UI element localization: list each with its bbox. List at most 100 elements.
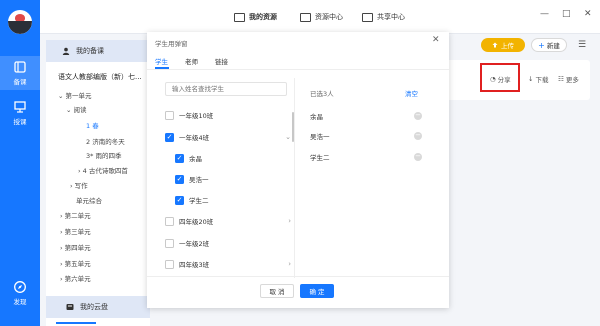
rail-item-teach[interactable]: 授课 <box>0 96 40 130</box>
tree-node-label: 第一单元 <box>65 92 92 100</box>
top-bar: 我的资源 资源中心 共享中心 — □ ✕ <box>40 0 600 34</box>
class-row[interactable]: ✓ 一年级4班 ⌄ <box>165 130 291 144</box>
rail-label: 授课 <box>13 118 27 126</box>
class-row[interactable]: 四年级20班 › <box>165 214 291 228</box>
chevron-right-icon[interactable]: › <box>288 217 291 225</box>
modal-close-icon[interactable]: ✕ <box>432 35 440 45</box>
confirm-button[interactable]: 确 定 <box>300 284 334 298</box>
tree-node-label: 4 古代诗歌四首 <box>82 167 128 175</box>
checkbox[interactable] <box>165 238 174 248</box>
tree-node[interactable]: 3* 雨的四季 <box>86 150 121 160</box>
tab-my-resources[interactable]: 我的资源 <box>234 8 277 34</box>
tree-node-selected[interactable]: 1 春 <box>86 120 99 130</box>
upload-button[interactable]: 上传 <box>481 38 525 52</box>
checkbox[interactable] <box>165 216 174 226</box>
selected-label: 学生二 <box>310 154 330 162</box>
avatar[interactable] <box>8 10 32 34</box>
tree-node[interactable]: › 第四单元 <box>60 242 91 252</box>
checkbox[interactable] <box>165 259 174 269</box>
divider <box>147 69 449 70</box>
book-title[interactable]: 语文人教部编版（新）七... <box>46 62 150 86</box>
student-row[interactable]: ✓ 吴浩一 <box>175 172 301 186</box>
tree-node-label: 第六单元 <box>64 275 91 283</box>
tree-node[interactable]: 单元综合 <box>76 195 102 205</box>
tree-node[interactable]: ⌄ 第一单元 <box>58 90 92 100</box>
checkbox-checked[interactable]: ✓ <box>165 132 174 142</box>
class-row[interactable]: 四年级3班 › <box>165 257 291 271</box>
student-label: 吴浩一 <box>189 176 209 184</box>
tab-label: 共享中心 <box>377 13 405 21</box>
tree-node[interactable]: › 第五单元 <box>60 258 91 268</box>
menu-icon[interactable]: ☰ <box>578 40 586 50</box>
selected-item: 吴浩一 − <box>310 130 422 142</box>
upload-icon <box>492 42 498 48</box>
checkbox-checked[interactable]: ✓ <box>175 195 184 205</box>
teach-icon <box>14 101 26 113</box>
tree-node[interactable]: ⌄ 阅读 <box>66 104 87 114</box>
selected-count: 已选3人 <box>310 90 334 98</box>
class-row[interactable]: 一年级10班 <box>165 108 291 122</box>
chevron-down-icon[interactable]: ⌄ <box>285 133 291 141</box>
plus-icon: + <box>538 40 545 50</box>
tree-header-label: 我的备课 <box>76 47 104 55</box>
student-search-input[interactable] <box>165 82 287 96</box>
rail-label: 备课 <box>13 78 27 86</box>
tab-teachers[interactable]: 老师 <box>185 56 198 66</box>
close-button[interactable]: ✕ <box>584 9 592 19</box>
clear-button[interactable]: 清空 <box>405 88 418 98</box>
tab-students[interactable]: 学生 <box>155 56 168 66</box>
tree-node-label: 第四单元 <box>64 244 91 252</box>
class-label: 四年级3班 <box>179 261 210 269</box>
new-button[interactable]: + 新建 <box>531 38 567 52</box>
more-button[interactable]: ☷ 更多 <box>558 74 579 84</box>
rail-item-prepare[interactable]: 备课 <box>0 56 40 90</box>
selected-item: 余晶 − <box>310 110 422 122</box>
maximize-button[interactable]: □ <box>562 9 571 19</box>
selected-label: 余晶 <box>310 113 323 121</box>
tree-node[interactable]: › 第六单元 <box>60 273 91 283</box>
compass-icon <box>14 281 26 293</box>
remove-icon[interactable]: − <box>414 153 422 161</box>
remove-icon[interactable]: − <box>414 112 422 120</box>
tree-node-label: 第二单元 <box>64 212 91 220</box>
tree-node-label: 写作 <box>74 182 88 190</box>
download-button[interactable]: ↓ 下载 <box>528 74 548 84</box>
lesson-tree: 我的备课 语文人教部编版（新）七... ⌄ 第一单元 ⌄ 阅读 1 春 2 济南… <box>46 40 150 326</box>
minimize-button[interactable]: — <box>540 9 549 19</box>
more-icon: ☷ <box>558 75 564 83</box>
checkbox-checked[interactable]: ✓ <box>175 174 184 184</box>
tree-node[interactable]: › 写作 <box>70 180 88 190</box>
modal-title: 学生用弹窗 <box>155 40 188 48</box>
share-modal: 学生用弹窗 ✕ 学生 老师 链接 一年级10班 ✓ 一年级4班 ⌄ ✓ 余晶 ✓ 吴浩一… <box>147 32 449 308</box>
tree-node-label: 单元综合 <box>76 197 102 205</box>
chevron-right-icon[interactable]: › <box>288 260 291 268</box>
scrollbar[interactable] <box>292 112 294 142</box>
tab-resource-center[interactable]: 资源中心 <box>300 8 343 26</box>
tree-node[interactable]: › 第二单元 <box>60 210 91 220</box>
avatar-body <box>8 21 32 34</box>
cloud-disk-item[interactable]: 我的云盘 <box>46 296 150 318</box>
class-row[interactable]: 一年级2班 <box>165 236 291 250</box>
left-rail: 备课 授课 发现 <box>0 0 40 326</box>
cancel-button[interactable]: 取 消 <box>260 284 294 298</box>
tree-node[interactable]: › 第三单元 <box>60 226 91 236</box>
class-label: 四年级20班 <box>179 218 214 226</box>
tree-node-label: 第五单元 <box>64 260 91 268</box>
student-row[interactable]: ✓ 余晶 <box>175 151 301 165</box>
student-row[interactable]: ✓ 学生二 <box>175 193 301 207</box>
tree-node-label: 1 春 <box>86 122 99 130</box>
tree-node[interactable]: › 4 古代诗歌四首 <box>78 165 128 175</box>
folder-icon <box>300 12 311 22</box>
my-resources-icon <box>234 12 245 22</box>
tree-node[interactable]: 2 济南的冬天 <box>86 136 125 146</box>
tree-header[interactable]: 我的备课 <box>46 40 150 62</box>
tab-link[interactable]: 链接 <box>215 56 228 66</box>
checkbox-checked[interactable]: ✓ <box>175 153 184 163</box>
tab-share-center[interactable]: 共享中心 <box>362 8 405 26</box>
checkbox[interactable] <box>165 110 174 120</box>
remove-icon[interactable]: − <box>414 132 422 140</box>
student-label: 余晶 <box>189 155 202 163</box>
class-label: 一年级2班 <box>179 240 210 248</box>
rail-item-discover[interactable]: 发现 <box>0 276 40 310</box>
user-icon <box>62 47 70 55</box>
